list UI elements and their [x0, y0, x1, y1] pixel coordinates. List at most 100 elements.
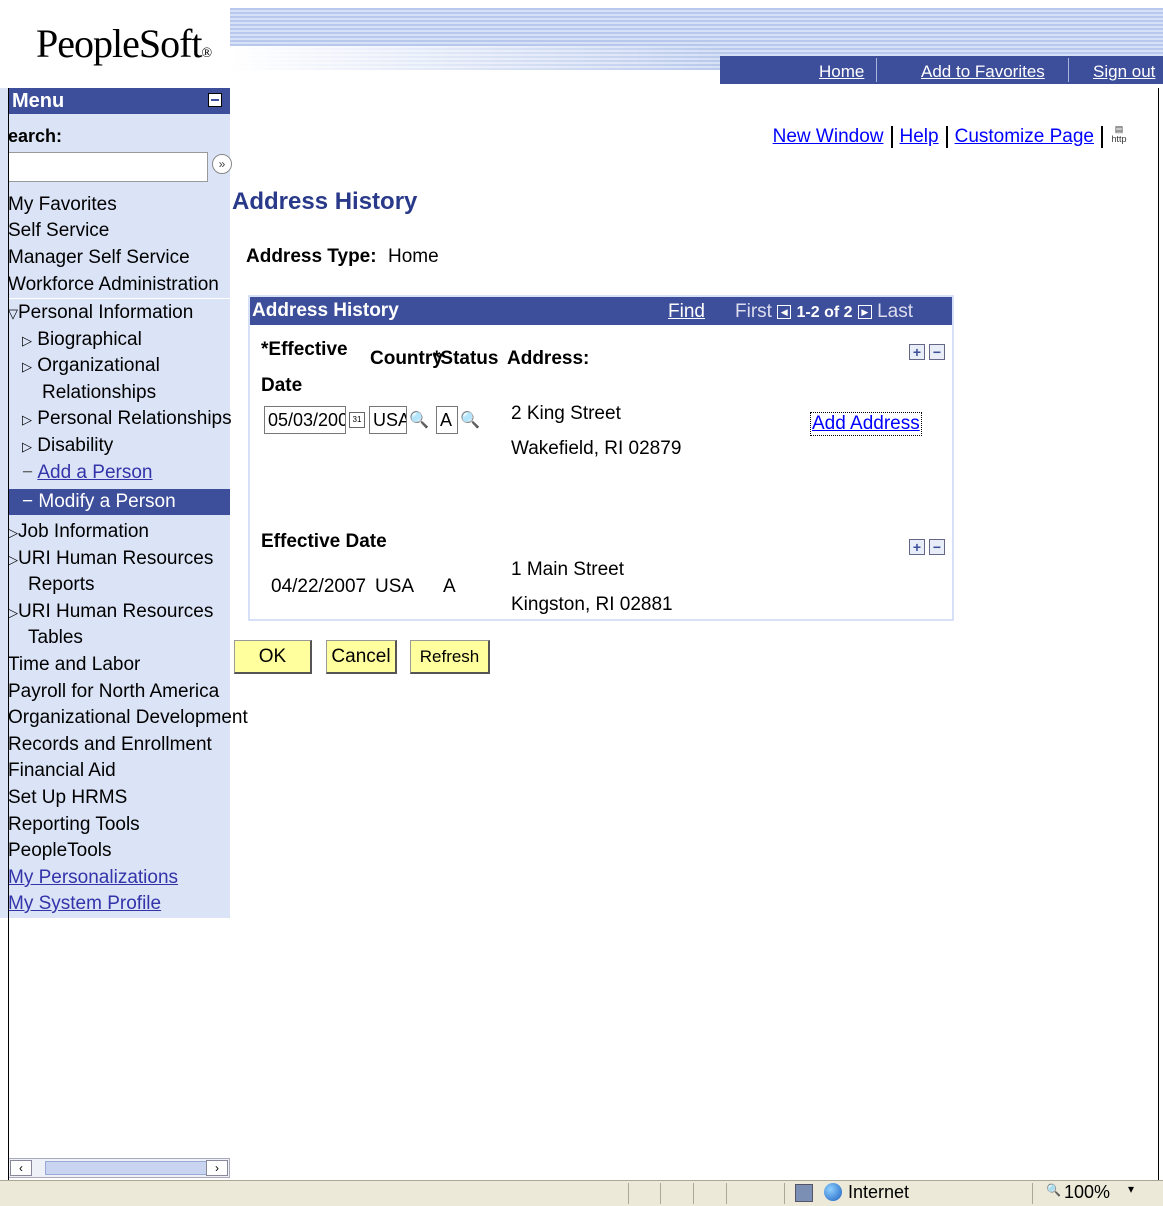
header-band-fade	[230, 46, 730, 70]
customize-page-link[interactable]: Customize Page	[955, 126, 1094, 147]
add-address-link[interactable]: Add Address	[810, 412, 922, 436]
sidebar-item-my-system-profile[interactable]: My System Profile	[8, 893, 161, 915]
calendar-icon[interactable]: 31	[349, 412, 365, 428]
effective-date-header: Effective Date	[261, 531, 387, 552]
effective-date-header-line2: Date	[261, 375, 303, 396]
address-line-2: Wakefield, RI 02879	[511, 438, 682, 459]
sidebar-item-personal-information[interactable]: ▽Personal Information	[8, 302, 193, 324]
sidebar-item-workforce-administration[interactable]: Workforce Administration	[8, 274, 219, 296]
sidebar-item-label: Biographical	[37, 329, 142, 350]
dash-marker: −	[22, 491, 34, 512]
lookup-icon[interactable]: 🔍	[409, 410, 429, 430]
ok-button[interactable]: OK	[234, 640, 312, 674]
sidebar-item-add-a-person[interactable]: − Add a Person	[22, 462, 152, 484]
address-type-label: Address Type:	[246, 246, 377, 267]
sidebar-item-disability[interactable]: ▷ Disability	[22, 435, 113, 457]
page-links: New Window Help Customize Page ▤ http	[773, 124, 1128, 150]
zoom-icon[interactable]: 🔍	[1046, 1183, 1061, 1197]
sidebar-item-uri-hr-tables[interactable]: ▷URI Human Resources	[8, 601, 213, 623]
sidebar-item-uri-hr-reports[interactable]: ▷URI Human Resources	[8, 548, 213, 570]
sidebar-item-label: Organizational	[37, 355, 160, 376]
next-icon[interactable]: ▶	[857, 304, 872, 319]
previous-icon[interactable]: ◀	[777, 304, 792, 319]
sidebar-item-my-favorites[interactable]: My Favorites	[8, 194, 117, 216]
sidebar-item-biographical[interactable]: ▷ Biographical	[22, 329, 142, 351]
lookup-icon[interactable]: 🔍	[460, 410, 480, 430]
sidebar-item-label-continued[interactable]: Relationships	[42, 382, 156, 404]
divider	[890, 126, 893, 148]
address-line-1: 2 King Street	[511, 403, 621, 424]
sidebar-item-organizational-relationships[interactable]: ▷ Organizational	[22, 355, 160, 377]
http-icon-label: http	[1111, 134, 1127, 144]
menu-header: Menu	[8, 88, 230, 114]
country-header: Country	[370, 348, 443, 369]
scroll-right-icon[interactable]: ›	[206, 1160, 228, 1176]
zoom-level[interactable]: 100%	[1064, 1182, 1110, 1203]
menu-title: Menu	[12, 90, 65, 112]
search-go-icon[interactable]: »	[212, 154, 232, 174]
sidebar-item-payroll[interactable]: Payroll for North America	[8, 681, 219, 703]
dash-marker: −	[22, 462, 34, 483]
effective-date-value: 04/22/2007	[271, 576, 367, 597]
status-input[interactable]: A	[436, 406, 458, 434]
new-window-link[interactable]: New Window	[773, 126, 884, 147]
sidebar-item-financial-aid[interactable]: Financial Aid	[8, 760, 116, 782]
effective-date-input[interactable]: 05/03/2007	[264, 406, 346, 434]
sidebar-item-self-service[interactable]: Self Service	[8, 220, 109, 242]
sign-out-link[interactable]: Sign out	[1093, 62, 1155, 82]
delete-row-icon[interactable]: −	[929, 539, 945, 555]
help-link[interactable]: Help	[900, 126, 939, 147]
sidebar-item-label-continued[interactable]: Tables	[28, 627, 83, 649]
delete-row-icon[interactable]: −	[929, 344, 945, 360]
http-icon[interactable]: ▤ http	[1110, 124, 1128, 150]
scroll-left-icon[interactable]: ‹	[10, 1160, 32, 1176]
sidebar-item-manager-self-service[interactable]: Manager Self Service	[8, 247, 190, 269]
sidebar-item-records-and-enrollment[interactable]: Records and Enrollment	[8, 734, 212, 756]
divider	[1032, 1183, 1033, 1204]
divider	[693, 1183, 694, 1204]
collapse-menu-icon[interactable]	[208, 93, 222, 107]
sidebar-item-reporting-tools[interactable]: Reporting Tools	[8, 814, 140, 836]
status-value: A	[443, 576, 456, 597]
search-label: earch:	[8, 126, 63, 146]
sidebar-horizontal-scrollbar[interactable]: ‹ ›	[8, 1158, 230, 1178]
grid-header: Address History Find First ◀ 1-2 of 2 ▶ …	[250, 297, 952, 325]
sidebar-item-peopletools[interactable]: PeopleTools	[8, 840, 112, 862]
add-row-icon[interactable]: +	[909, 344, 925, 360]
sidebar-item-time-and-labor[interactable]: Time and Labor	[8, 654, 140, 676]
sidebar-item-job-information[interactable]: ▷Job Information	[8, 521, 149, 543]
find-link[interactable]: Find	[668, 301, 705, 323]
first-link[interactable]: First	[735, 301, 772, 322]
home-link[interactable]: Home	[819, 62, 864, 82]
effective-date-header: *Effective	[261, 339, 348, 360]
security-warning-icon[interactable]	[795, 1184, 813, 1202]
zoom-dropdown-icon[interactable]: ▾	[1128, 1182, 1134, 1196]
sidebar-item-personal-relationships[interactable]: ▷ Personal Relationships	[22, 408, 232, 430]
sidebar-item-label: Personal Information	[18, 302, 194, 323]
sidebar-item-label: Job Information	[18, 521, 149, 542]
sidebar-item-label: Disability	[37, 435, 114, 456]
divider	[726, 1183, 727, 1204]
page-title: Address History	[232, 188, 418, 215]
header-links-bar: Home Add to Favorites Sign out	[720, 56, 1163, 84]
sidebar-item-label-continued[interactable]: Reports	[28, 574, 95, 596]
sidebar-item-set-up-hrms[interactable]: Set Up HRMS	[8, 787, 127, 809]
add-row-icon[interactable]: +	[909, 539, 925, 555]
cancel-button[interactable]: Cancel	[326, 640, 397, 674]
country-value: USA	[375, 576, 415, 597]
divider	[876, 58, 877, 82]
sidebar-item-modify-a-person[interactable]: − Modify a Person	[22, 491, 176, 513]
logo-mark: ®	[201, 46, 213, 61]
menu-search-input[interactable]	[8, 152, 208, 182]
refresh-button[interactable]: Refresh	[410, 640, 490, 674]
security-zone-label: Internet	[848, 1182, 910, 1202]
last-link[interactable]: Last	[877, 301, 913, 322]
collapsed-arrow-icon: ▷	[22, 412, 32, 427]
divider	[628, 1183, 629, 1204]
sidebar-item-my-personalizations[interactable]: My Personalizations	[8, 867, 178, 889]
add-to-favorites-link[interactable]: Add to Favorites	[921, 62, 1045, 82]
country-input[interactable]: USA	[369, 406, 407, 434]
sidebar-item-organizational-development[interactable]: Organizational Development	[8, 707, 248, 729]
scrollbar-thumb[interactable]	[45, 1161, 209, 1175]
divider	[660, 1183, 661, 1204]
